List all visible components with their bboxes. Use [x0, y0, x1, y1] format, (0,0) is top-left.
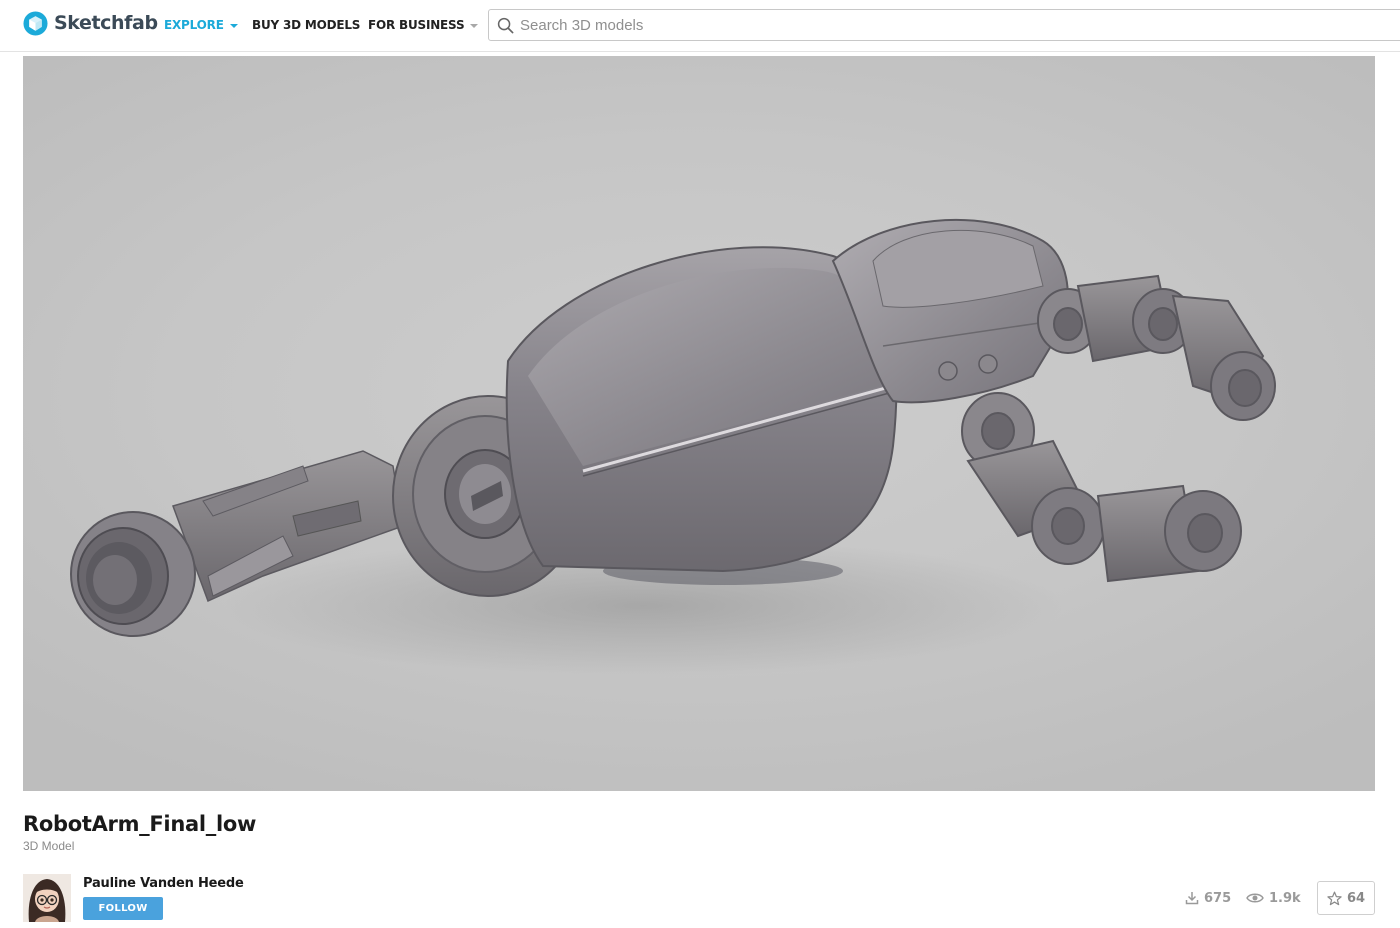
downloads-count: 675 — [1185, 889, 1231, 907]
views-value: 1.9k — [1269, 890, 1301, 906]
download-icon — [1185, 892, 1199, 905]
like-button[interactable]: 64 — [1317, 881, 1375, 915]
avatar[interactable] — [23, 874, 71, 922]
nav-business-label: FOR BUSINESS — [368, 18, 465, 32]
search-box[interactable] — [488, 9, 1400, 41]
model-title: RobotArm_Final_low — [23, 812, 257, 836]
robot-arm-model-render — [70, 219, 1276, 676]
model-3d-viewer[interactable] — [23, 56, 1375, 791]
author-avatar-image — [23, 874, 71, 922]
sketchfab-cube-icon — [23, 10, 48, 36]
follow-button[interactable]: FOLLOW — [83, 897, 163, 920]
eye-icon — [1246, 893, 1264, 903]
chevron-down-icon — [229, 23, 238, 28]
nav-explore[interactable]: EXPLORE — [164, 17, 238, 33]
star-icon — [1327, 891, 1342, 905]
nav-for-business[interactable]: FOR BUSINESS — [368, 17, 479, 33]
top-navigation-bar: Sketchfab EXPLORE BUY 3D MODELS FOR BUSI… — [0, 0, 1400, 52]
nav-explore-label: EXPLORE — [164, 18, 224, 32]
likes-value: 64 — [1346, 890, 1366, 906]
nav-buy-3d-models[interactable]: BUY 3D MODELS — [252, 17, 360, 33]
chevron-down-icon — [470, 23, 479, 28]
search-input[interactable] — [520, 11, 1380, 39]
sketchfab-logo[interactable]: Sketchfab — [23, 10, 158, 36]
views-count: 1.9k — [1246, 889, 1301, 907]
nav-buy-label: BUY 3D MODELS — [252, 18, 361, 32]
model-type-label: 3D Model — [23, 839, 75, 853]
author-name[interactable]: Pauline Vanden Heede — [83, 876, 244, 891]
search-icon[interactable] — [497, 17, 514, 34]
downloads-value: 675 — [1204, 890, 1232, 906]
logo-wordmark: Sketchfab — [54, 12, 158, 34]
